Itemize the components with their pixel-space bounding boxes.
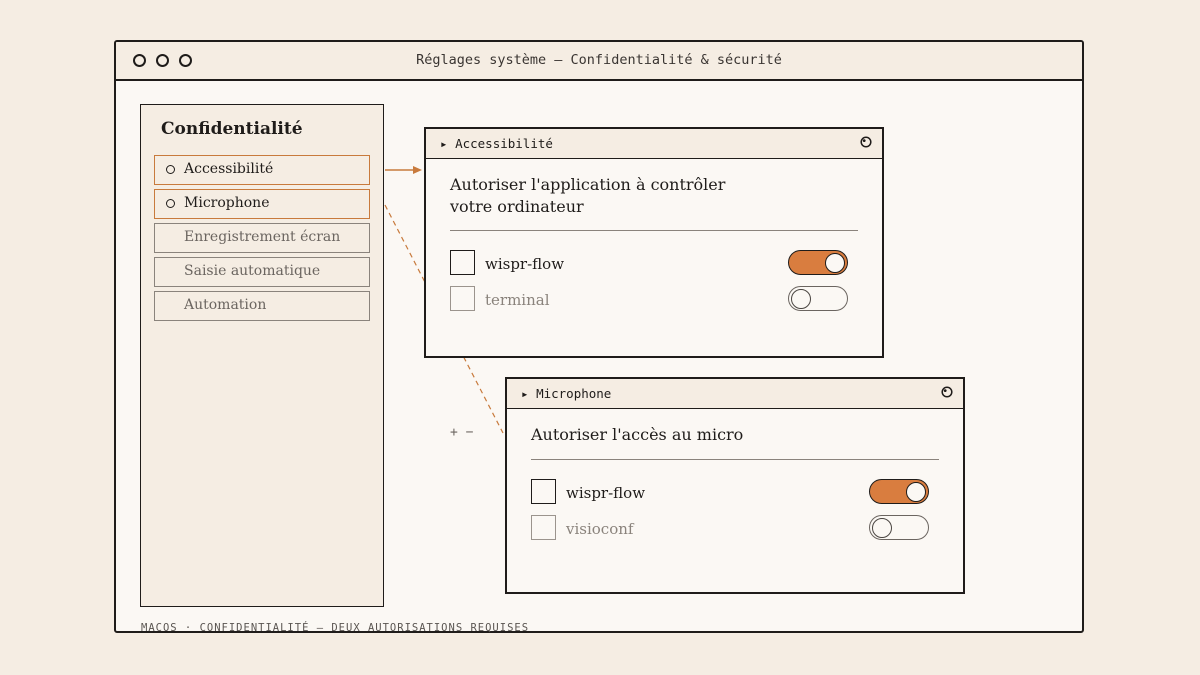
app-checkbox[interactable] <box>531 479 556 504</box>
app-name: wispr-flow <box>566 484 646 502</box>
panel-heading: Autoriser l'application à contrôler votr… <box>450 174 725 218</box>
divider <box>450 230 858 231</box>
toggle-knob <box>791 289 811 309</box>
panel-header: ▸ Microphone <box>507 379 963 409</box>
app-name: wispr-flow <box>485 255 565 273</box>
add-remove-controls[interactable]: + − <box>450 425 473 440</box>
panel-heading-line: votre ordinateur <box>450 197 584 216</box>
toggle-knob <box>872 518 892 538</box>
panel-header: ▸ Accessibilité <box>426 129 882 159</box>
app-checkbox[interactable] <box>450 250 475 275</box>
app-checkbox[interactable] <box>531 515 556 540</box>
toggle-knob <box>825 253 845 273</box>
refresh-icon[interactable] <box>860 136 872 148</box>
app-name: visioconf <box>566 520 634 538</box>
toggle-knob <box>906 482 926 502</box>
panel-heading-line: Autoriser l'application à contrôler <box>450 175 726 194</box>
refresh-icon[interactable] <box>941 386 953 398</box>
triangle-right-icon: ▸ <box>521 386 537 401</box>
app-checkbox[interactable] <box>450 286 475 311</box>
permission-toggle[interactable] <box>788 250 848 275</box>
microphone-panel: ▸ Microphone Autoriser l'accès au micro … <box>505 377 965 594</box>
panel-header-text: Accessibilité <box>455 136 553 151</box>
triangle-right-icon: ▸ <box>440 136 456 151</box>
arrow-right-icon <box>413 166 422 174</box>
accessibility-panel: ▸ Accessibilité Autoriser l'application … <box>424 127 884 440</box>
panel-header-label[interactable]: ▸ Accessibilité <box>440 136 553 151</box>
footer-caption: MACOS · CONFIDENTIALITÉ — DEUX AUTORISAT… <box>141 622 530 634</box>
permission-toggle[interactable] <box>869 515 929 540</box>
divider <box>531 459 939 460</box>
panel-heading: Autoriser l'accès au micro <box>531 425 744 444</box>
app-name: terminal <box>485 291 550 309</box>
permission-toggle[interactable] <box>788 286 848 311</box>
panel-header-label[interactable]: ▸ Microphone <box>521 386 611 401</box>
panel-header-text: Microphone <box>536 386 612 401</box>
permission-toggle[interactable] <box>869 479 929 504</box>
